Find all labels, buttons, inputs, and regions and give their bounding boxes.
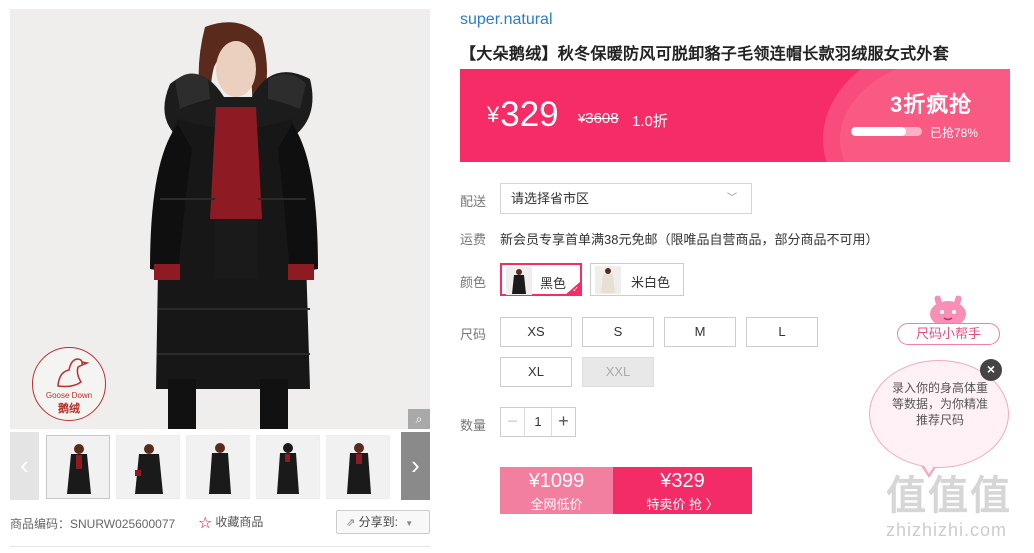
chevron-right-icon[interactable]: › xyxy=(401,432,430,500)
thumbnail[interactable] xyxy=(186,435,250,499)
thumbnail-image xyxy=(187,436,249,498)
sale-price: ¥329 xyxy=(660,470,705,492)
thumbnail[interactable] xyxy=(256,435,320,499)
sold-progress-fill xyxy=(851,127,907,136)
size-option-s[interactable]: S xyxy=(582,317,654,347)
thumbnail[interactable] xyxy=(326,435,390,499)
sold-progress-bar xyxy=(851,127,922,136)
color-swatch-image xyxy=(506,267,532,295)
quantity-value[interactable]: 1 xyxy=(525,408,551,436)
size-option-xl[interactable]: XL xyxy=(500,357,572,387)
thumbnail[interactable] xyxy=(116,435,180,499)
size-label: 尺码 xyxy=(460,327,487,342)
freight-info: 新会员专享首单满38元免邮（限唯品自营商品，部分商品不可用） xyxy=(500,232,879,247)
color-label: 颜色 xyxy=(460,275,487,290)
market-price: ¥1099 xyxy=(528,470,585,492)
goose-down-badge: Goose Down 鹅绒 xyxy=(32,347,106,421)
quantity-stepper: − 1 + xyxy=(500,407,576,437)
color-option-label: 黑色 xyxy=(540,276,567,291)
freight-label: 运费 xyxy=(460,232,487,247)
favorite-label: 收藏商品 xyxy=(215,515,264,529)
chevron-left-icon[interactable]: ‹ xyxy=(10,432,39,500)
favorite-button[interactable]: ☆ 收藏商品 xyxy=(198,513,263,533)
share-label: 分享到: xyxy=(358,515,398,529)
increment-button[interactable]: + xyxy=(551,408,575,436)
buy-now-label: 特卖价 抢 〉 xyxy=(646,497,719,512)
price-banner: ¥329 ¥3608 1.0折 3折疯抢 已抢78% xyxy=(460,69,1010,162)
discount-rate: 1.0折 xyxy=(632,113,668,130)
share-icon: ⇗ xyxy=(346,517,356,529)
product-main-image[interactable]: Goose Down 鹅绒 ⌕ xyxy=(10,9,430,429)
product-title: 【大朵鹅绒】秋冬保暖防风可脱卸貉子毛领连帽长款羽绒服女式外套 xyxy=(460,46,950,63)
thumbnail-strip: ‹ › xyxy=(10,432,430,500)
color-option-black[interactable]: 黑色 ✓ xyxy=(500,263,582,296)
decrement-button[interactable]: − xyxy=(501,408,525,436)
region-select-value: 请选择省市区 xyxy=(511,191,590,206)
quantity-label: 数量 xyxy=(460,418,487,433)
thumbnail-image xyxy=(327,436,389,498)
size-option-xxl: XXL xyxy=(582,357,654,387)
share-dropdown[interactable]: ⇗ 分享到: ▼ xyxy=(336,510,430,534)
check-icon: ✓ xyxy=(572,285,579,294)
magnifier-icon[interactable]: ⌕ xyxy=(408,409,430,429)
badge-chinese-label: 鹅绒 xyxy=(58,403,80,415)
star-outline-icon: ☆ xyxy=(198,515,213,532)
divider xyxy=(10,546,430,547)
size-option-m[interactable]: M xyxy=(664,317,736,347)
buy-now-button[interactable]: ¥329 特卖价 抢 〉 xyxy=(613,467,752,514)
size-option-l[interactable]: L xyxy=(746,317,818,347)
brand-link[interactable]: super.natural xyxy=(460,11,553,29)
close-icon[interactable]: × xyxy=(980,359,1002,381)
flash-sale-title: 3折疯抢 xyxy=(890,92,973,117)
badge-english-label: Goose Down xyxy=(45,391,93,400)
thumbnail-image xyxy=(47,436,109,498)
market-price-box: ¥1099 全网低价 xyxy=(500,467,613,514)
chevron-down-icon: ▼ xyxy=(405,519,414,528)
watermark-logo: 值值值 xyxy=(886,474,1012,518)
size-option-xs[interactable]: XS xyxy=(500,317,572,347)
size-helper-text: 录入你的身高体重等数据，为你精准推荐尺码 xyxy=(891,381,988,427)
market-price-label: 全网低价 xyxy=(530,497,583,512)
thumbnail-image xyxy=(117,436,179,498)
goose-icon xyxy=(57,358,90,388)
current-price: ¥329 xyxy=(487,95,559,134)
color-option-white[interactable]: 米白色 xyxy=(590,263,684,296)
chevron-down-icon: ﹀ xyxy=(727,193,737,204)
thumbnail[interactable] xyxy=(46,435,110,499)
color-swatch-image xyxy=(595,266,621,294)
watermark-url: zhizhizhi.com xyxy=(886,520,1008,540)
watermark: 值值值 zhizhizhi.com xyxy=(886,472,1026,541)
product-code: 商品编码：SNURW025600077 xyxy=(10,517,176,531)
region-select[interactable]: 请选择省市区 ﹀ xyxy=(500,183,752,214)
color-option-label: 米白色 xyxy=(631,275,671,290)
shipping-label: 配送 xyxy=(460,194,487,209)
product-meta-row: 商品编码：SNURW025600077 ☆ 收藏商品 ⇗ 分享到: ▼ xyxy=(10,510,430,534)
thumbnail-image xyxy=(257,436,319,498)
original-price: ¥3608 xyxy=(578,110,619,127)
sold-progress-label: 已抢78% xyxy=(930,126,979,140)
size-helper-tag[interactable]: 尺码小帮手 xyxy=(897,323,1000,345)
